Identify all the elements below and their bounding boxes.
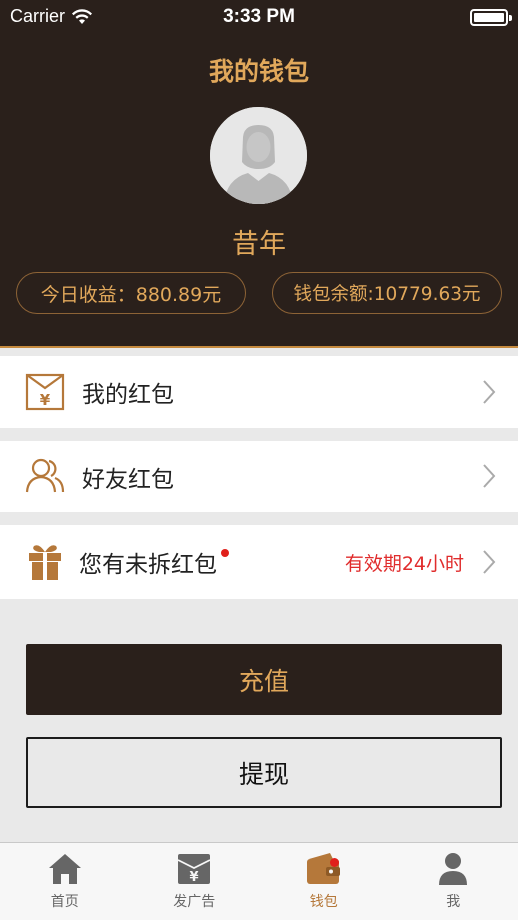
today-earnings-badge: 今日收益：880.89元 — [16, 272, 246, 314]
gift-icon — [29, 545, 61, 580]
my-red-packet-label: 我的红包 — [82, 382, 174, 408]
tab-me[interactable]: 我 — [389, 843, 518, 920]
wallet-header: Carrier 3:33 PM 我的钱包 昔年 今日收益：880.89元 钱包余… — [0, 0, 518, 348]
default-avatar-icon — [210, 107, 307, 204]
svg-text:¥: ¥ — [190, 870, 199, 885]
chevron-right-icon — [483, 464, 496, 488]
tab-wallet[interactable]: 钱包 — [259, 843, 389, 920]
today-earnings-text: 今日收益：880.89元 — [40, 283, 222, 306]
status-bar: Carrier 3:33 PM — [0, 0, 518, 34]
wallet-icon — [306, 853, 340, 884]
friend-red-packet-row[interactable]: 好友红包 — [0, 441, 518, 512]
svg-text:¥: ¥ — [40, 391, 51, 409]
chevron-right-icon — [483, 380, 496, 404]
battery-icon — [470, 9, 512, 26]
wallet-balance-text: 钱包余额:10779.63元 — [293, 284, 481, 305]
withdraw-button[interactable]: 提现 — [26, 737, 502, 808]
unopened-red-packet-label: 您有未拆红包 — [79, 552, 217, 578]
person-icon — [439, 853, 468, 885]
page-title: 我的钱包 — [208, 57, 309, 86]
tab-post-ad[interactable]: ¥ 发广告 — [130, 843, 260, 920]
validity-note: 有效期24小时 — [344, 552, 464, 575]
avatar[interactable] — [210, 107, 307, 204]
wallet-badge-dot — [330, 858, 339, 867]
recharge-button[interactable]: 充值 — [26, 644, 502, 715]
my-red-packet-row[interactable]: ¥ 我的红包 — [0, 356, 518, 428]
friends-icon — [25, 458, 65, 493]
wallet-balance-badge: 钱包余额:10779.63元 — [272, 272, 502, 314]
tab-wallet-label: 钱包 — [309, 894, 338, 910]
home-icon — [48, 854, 81, 884]
tab-post-ad-label: 发广告 — [173, 894, 216, 910]
unread-dot — [221, 549, 229, 557]
friend-red-packet-label: 好友红包 — [82, 466, 174, 493]
tab-home-label: 首页 — [50, 894, 79, 910]
user-name: 昔年 — [232, 229, 286, 260]
tab-bar: 首页 ¥ 发广告 钱包 我 — [0, 842, 518, 920]
red-packet-envelope-icon: ¥ — [25, 373, 65, 411]
clock: 3:33 PM — [223, 6, 295, 27]
chevron-right-icon — [483, 550, 496, 574]
tab-me-label: 我 — [446, 894, 461, 910]
unopened-red-packet-row[interactable]: 您有未拆红包 有效期24小时 — [0, 525, 518, 599]
tab-home[interactable]: 首页 — [0, 843, 130, 920]
yen-board-icon: ¥ — [177, 854, 211, 885]
